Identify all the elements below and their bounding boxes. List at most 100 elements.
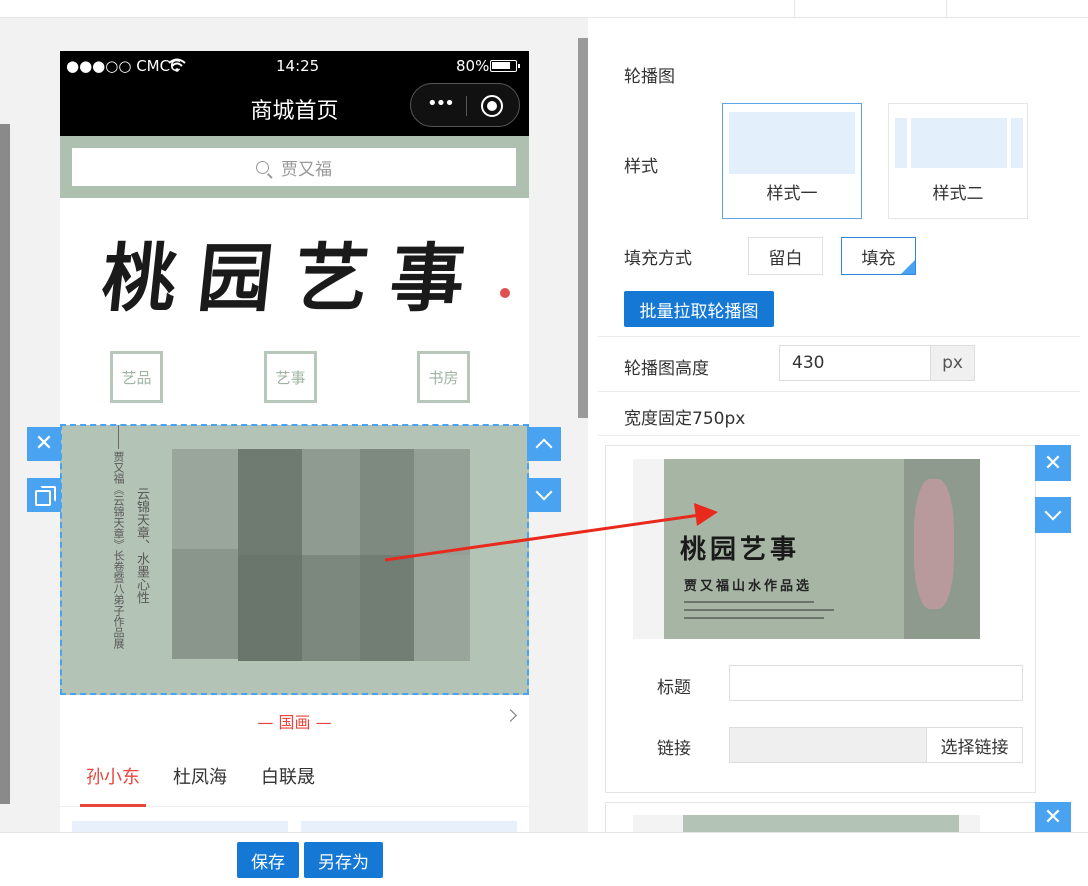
thumbnail-image: 桃园艺事 贾又福山水作品选 bbox=[664, 459, 980, 639]
artist-photo bbox=[172, 549, 238, 659]
artist-tabs: 孙小东 杜凤海 白联晟 bbox=[60, 751, 529, 807]
settings-panel: 轮播图 样式 样式一 样式二 填充方式 留白 填充 批量拉取轮播图 轮播图高度 … bbox=[588, 18, 1088, 845]
banner-rule bbox=[118, 425, 119, 449]
category-label: 艺品 bbox=[121, 368, 152, 387]
status-bar: ●●●○○ CMCC 14:25 80% 商城首页 ••• bbox=[60, 51, 529, 136]
fill-label: 填充方式 bbox=[624, 249, 692, 269]
fill-option-fill[interactable]: 填充 bbox=[841, 237, 916, 275]
thumbnail-text-line bbox=[684, 601, 814, 603]
left-scrollbar[interactable] bbox=[0, 124, 10, 804]
artist-photo bbox=[360, 555, 414, 661]
item-link-input[interactable] bbox=[729, 727, 927, 763]
section-title: — 国画 — bbox=[257, 713, 332, 732]
carousel-item-thumbnail[interactable]: 桃园艺事 贾又福山水作品选 bbox=[633, 459, 980, 639]
thumbnail-subtitle: 贾又福山水作品选 bbox=[684, 579, 813, 594]
carrier-text: ●●●○○ CMCC bbox=[66, 57, 181, 75]
category-label: 书房 bbox=[428, 368, 459, 387]
panel-heading: 轮播图 bbox=[624, 67, 675, 87]
divider bbox=[598, 336, 1080, 337]
category-label: 艺事 bbox=[275, 368, 306, 387]
move-up-button[interactable] bbox=[527, 427, 561, 461]
style-preview bbox=[1011, 118, 1023, 168]
fill-option-blank[interactable]: 留白 bbox=[748, 237, 823, 275]
close-icon: ✕ bbox=[1043, 450, 1063, 476]
copy-component-button[interactable] bbox=[27, 478, 61, 512]
battery-percent: 80% bbox=[456, 57, 490, 75]
category-button-yishi[interactable]: 艺事 bbox=[264, 351, 317, 403]
chevron-down-icon bbox=[1044, 503, 1062, 521]
tab-bai-liansheng[interactable]: 白联晟 bbox=[261, 763, 315, 789]
divider bbox=[598, 435, 1080, 436]
artist-photo bbox=[172, 449, 238, 549]
move-down-button[interactable] bbox=[527, 478, 561, 512]
active-tab-indicator bbox=[80, 804, 146, 807]
height-label: 轮播图高度 bbox=[624, 359, 709, 379]
close-icon: ✕ bbox=[34, 431, 54, 456]
style-label: 样式 bbox=[624, 157, 658, 177]
style-preview bbox=[911, 118, 1007, 168]
brand-logo: 桃园艺事 bbox=[60, 198, 529, 346]
artist-photo bbox=[302, 555, 360, 661]
toolbar-divider bbox=[946, 0, 947, 17]
move-item-down-button[interactable] bbox=[1035, 497, 1071, 533]
more-dots-icon[interactable]: ••• bbox=[427, 93, 455, 114]
tab-du-fenghai[interactable]: 杜凤海 bbox=[173, 763, 227, 789]
logo-calligraphy: 桃园艺事 bbox=[97, 235, 491, 322]
search-placeholder: 贾又福 bbox=[281, 159, 332, 180]
divider bbox=[598, 391, 1080, 392]
close-target-icon[interactable] bbox=[481, 95, 503, 117]
banner-caption-left: 贾又福《云锦天章》长卷暨八弟子作品展 bbox=[112, 451, 125, 649]
banner-caption-right: 云锦天章、水墨心性 bbox=[134, 487, 149, 604]
category-button-yipin[interactable]: 艺品 bbox=[110, 351, 163, 403]
choose-link-button[interactable]: 选择链接 bbox=[926, 727, 1023, 763]
mini-program-capsule[interactable]: ••• bbox=[410, 83, 520, 127]
product-card[interactable] bbox=[72, 821, 288, 832]
item-title-label: 标题 bbox=[657, 678, 691, 698]
top-toolbar bbox=[0, 0, 1088, 18]
item-title-input[interactable] bbox=[729, 665, 1023, 701]
style-option-2[interactable]: 样式二 bbox=[888, 103, 1028, 219]
artist-photo bbox=[414, 449, 470, 555]
clock-text: 14:25 bbox=[276, 57, 320, 75]
product-card[interactable] bbox=[301, 821, 517, 832]
battery-icon bbox=[490, 60, 520, 72]
fill-option-label: 留白 bbox=[768, 248, 803, 269]
artist-photo bbox=[360, 449, 414, 555]
width-note: 宽度固定750px bbox=[624, 409, 746, 429]
preview-scrollbar[interactable] bbox=[578, 38, 588, 418]
batch-fetch-button[interactable]: 批量拉取轮播图 bbox=[624, 291, 774, 327]
delete-item-button[interactable]: ✕ bbox=[1035, 802, 1071, 832]
category-button-shufang[interactable]: 书房 bbox=[417, 351, 470, 403]
save-as-button[interactable]: 另存为 bbox=[304, 842, 383, 878]
bottom-action-bar: 保存 另存为 bbox=[0, 832, 1088, 886]
thumbnail-title: 桃园艺事 bbox=[680, 535, 801, 565]
selected-check-icon bbox=[901, 260, 915, 274]
chevron-down-icon bbox=[535, 483, 553, 501]
search-area: 贾又福 bbox=[60, 136, 529, 198]
delete-item-button[interactable]: ✕ bbox=[1035, 445, 1071, 481]
capsule-divider bbox=[466, 96, 467, 116]
thumbnail-blossom bbox=[914, 479, 954, 609]
search-input[interactable]: 贾又福 bbox=[72, 148, 516, 186]
tab-sun-xiaodong[interactable]: 孙小东 bbox=[86, 763, 140, 789]
copy-icon bbox=[35, 486, 56, 506]
fill-option-label: 填充 bbox=[861, 248, 896, 269]
thumbnail-text-line bbox=[684, 609, 834, 611]
item-link-label: 链接 bbox=[657, 739, 691, 759]
style-preview bbox=[729, 112, 855, 174]
height-input[interactable]: 430 bbox=[779, 345, 931, 381]
style-name: 样式一 bbox=[766, 184, 818, 204]
thumbnail-text-line bbox=[684, 617, 824, 619]
carousel-item-card: 桃园艺事 贾又福山水作品选 标题 链接 选择链接 bbox=[605, 445, 1036, 793]
search-icon bbox=[256, 160, 269, 174]
save-button[interactable]: 保存 bbox=[237, 842, 299, 878]
artist-photo bbox=[414, 555, 470, 661]
wifi-icon bbox=[168, 58, 186, 72]
style-option-1[interactable]: 样式一 bbox=[722, 103, 862, 219]
carousel-banner[interactable]: 云锦天章、水墨心性 贾又福《云锦天章》长卷暨八弟子作品展 bbox=[60, 425, 529, 695]
style-name: 样式二 bbox=[932, 184, 984, 204]
artist-photo bbox=[302, 449, 360, 555]
height-unit: px bbox=[930, 345, 975, 381]
delete-component-button[interactable]: ✕ bbox=[27, 427, 61, 461]
style-preview bbox=[895, 118, 907, 168]
